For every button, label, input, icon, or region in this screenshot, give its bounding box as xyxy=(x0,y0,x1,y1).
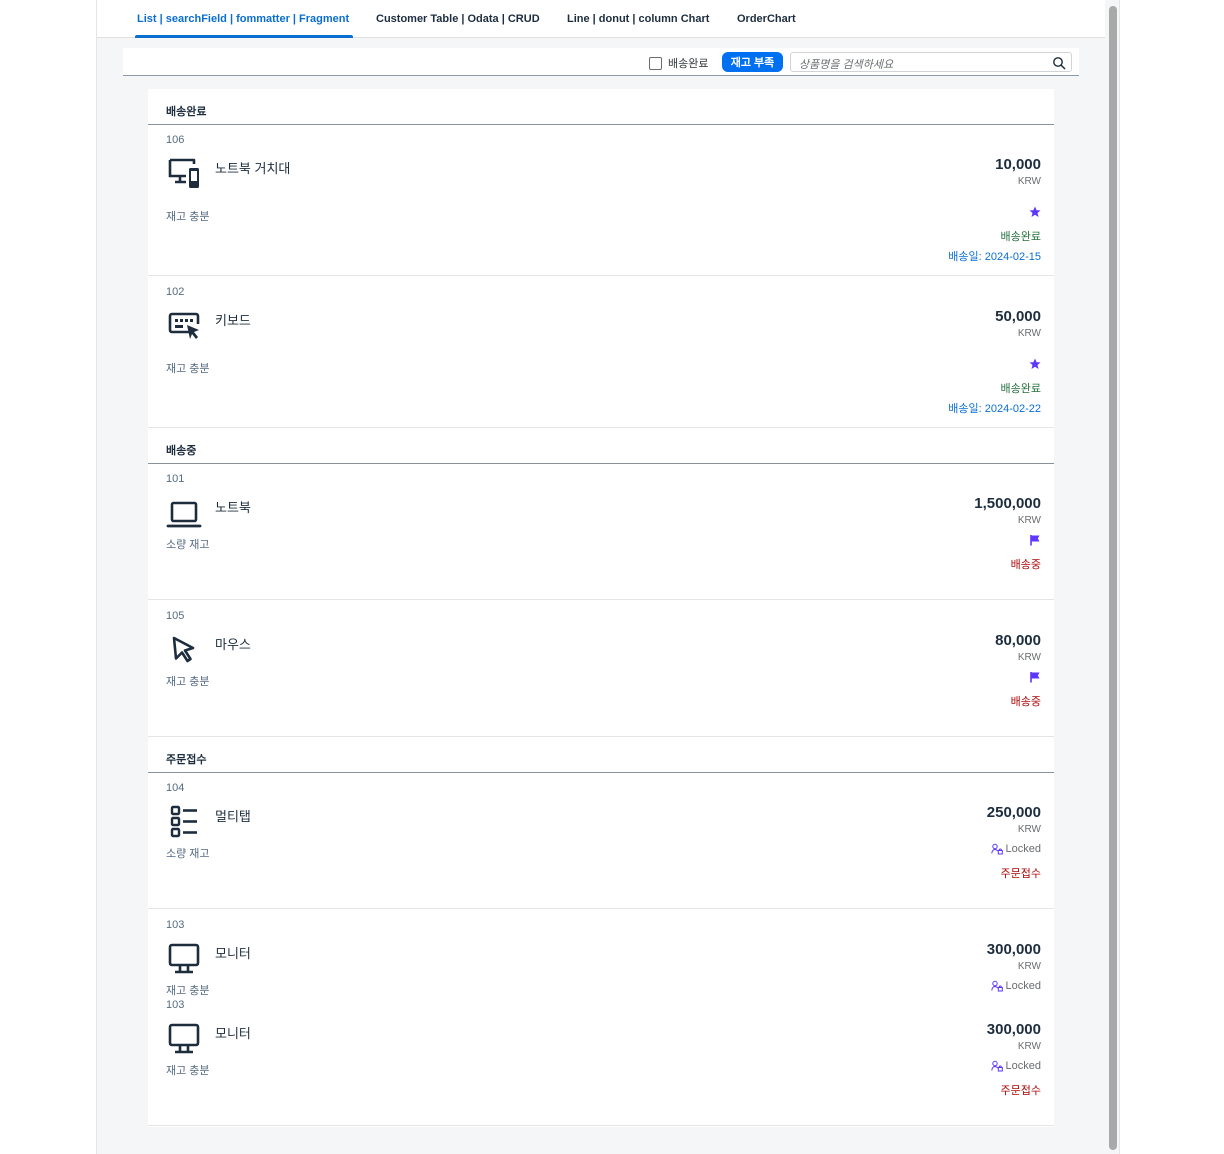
stock-attribute: 재고 충분 xyxy=(166,676,210,688)
flag-icon xyxy=(1030,535,1040,546)
stock-attribute: 소량 재고 xyxy=(166,539,210,551)
stock-attribute: 재고 충분 xyxy=(166,1065,210,1077)
order-status: 주문접수 xyxy=(1000,868,1041,880)
favorite-star-icon xyxy=(1029,358,1041,369)
group-title: 주문접수 xyxy=(166,754,207,766)
item-id: 105 xyxy=(166,610,185,622)
item-title: 멀티탭 xyxy=(215,809,251,824)
item-title: 키보드 xyxy=(215,313,251,328)
item-price: 1,500,000 xyxy=(974,495,1041,512)
item-id: 103 xyxy=(166,919,185,931)
low-stock-button[interactable]: 재고 부족 xyxy=(722,52,783,72)
order-status: 배송완료 xyxy=(1000,383,1041,395)
search-input[interactable]: 상품명을 검색하세요 xyxy=(799,56,893,72)
locked-label: Locked xyxy=(1005,1060,1041,1072)
tab-list[interactable]: List | searchField | fommatter | Fragmen… xyxy=(137,13,349,25)
group-header-delivered: 배송완료 xyxy=(148,89,1054,125)
favorite-star-icon xyxy=(1029,206,1041,217)
app-frame: List | searchField | fommatter | Fragmen… xyxy=(96,0,1120,1154)
tab-customer-table[interactable]: Customer Table | Odata | CRUD xyxy=(376,13,540,25)
list-item[interactable]: 103 모니터 재고 충분 300,000 KRW Locked xyxy=(148,909,1054,997)
item-title: 마우스 xyxy=(215,637,251,652)
stock-attribute: 재고 충분 xyxy=(166,211,210,223)
item-title: 노트북 거치대 xyxy=(215,161,291,176)
item-price: 10,000 xyxy=(995,156,1041,173)
list-item[interactable]: 103 모니터 재고 충분 300,000 KRW Locked 주문접수 xyxy=(148,989,1054,1126)
item-currency: KRW xyxy=(1017,176,1041,187)
search-field[interactable]: 상품명을 검색하세요 xyxy=(790,52,1072,72)
delivered-checkbox-label: 배송완료 xyxy=(668,58,709,70)
item-title: 모니터 xyxy=(215,946,251,961)
group-header-shipping: 배송중 xyxy=(148,428,1054,464)
item-price: 80,000 xyxy=(995,632,1041,649)
list-icon xyxy=(170,805,197,838)
group-title: 배송완료 xyxy=(166,106,207,118)
item-currency: KRW xyxy=(1017,652,1041,663)
keyboard-icon xyxy=(168,312,200,339)
item-id: 104 xyxy=(166,782,185,794)
item-currency: KRW xyxy=(1017,824,1041,835)
delivery-date: 배송일: 2024-02-15 xyxy=(948,251,1041,263)
order-status: 배송중 xyxy=(1010,696,1041,708)
cursor-icon xyxy=(172,636,195,663)
list-toolbar: 배송완료 재고 부족 상품명을 검색하세요 xyxy=(123,48,1079,76)
monitor-icon xyxy=(168,943,200,974)
tab-charts[interactable]: Line | donut | column Chart xyxy=(567,13,709,25)
locked-icon xyxy=(990,843,1003,855)
item-price: 250,000 xyxy=(986,804,1041,821)
item-title: 노트북 xyxy=(215,500,251,515)
locked-label: Locked xyxy=(1005,843,1041,855)
item-id: 106 xyxy=(166,134,185,146)
list-item[interactable]: 104 멀티탭 소량 재고 250,000 KRW Locked 주문접수 xyxy=(148,772,1054,909)
group-header-received: 주문접수 xyxy=(148,737,1054,773)
item-id: 102 xyxy=(166,286,185,298)
flag-icon xyxy=(1030,672,1040,683)
list-item[interactable]: 106 노트북 거치대 재고 충분 10,000 KRW 배송완료 배송일: 2… xyxy=(148,124,1054,276)
list-item[interactable]: 102 키보드 재고 충분 50,000 KRW 배송완료 배송일: 2024-… xyxy=(148,276,1054,428)
monitor-icon xyxy=(168,1023,200,1054)
delivered-filter[interactable]: 배송완료 xyxy=(649,55,708,71)
item-currency: KRW xyxy=(1017,328,1041,339)
tab-order-chart[interactable]: OrderChart xyxy=(737,13,796,25)
item-price: 300,000 xyxy=(986,1021,1041,1038)
item-currency: KRW xyxy=(1017,515,1041,526)
item-price: 50,000 xyxy=(995,308,1041,325)
item-title: 모니터 xyxy=(215,1026,251,1041)
list-item[interactable]: 105 마우스 재고 충분 80,000 KRW 배송중 xyxy=(148,600,1054,737)
item-price: 300,000 xyxy=(986,941,1041,958)
locked-icon xyxy=(990,1060,1003,1072)
vertical-scrollbar[interactable] xyxy=(1109,6,1117,1150)
stock-attribute: 재고 충분 xyxy=(166,363,210,375)
order-status: 주문접수 xyxy=(1000,1085,1041,1097)
delivered-checkbox[interactable] xyxy=(649,56,662,70)
devices-icon xyxy=(168,158,199,188)
locked-status: Locked xyxy=(990,1060,1041,1072)
active-tab-indicator xyxy=(135,35,353,38)
delivery-date: 배송일: 2024-02-22 xyxy=(948,403,1041,415)
item-currency: KRW xyxy=(1017,1041,1041,1052)
item-id: 103 xyxy=(166,999,185,1011)
search-icon[interactable] xyxy=(1052,56,1066,70)
product-list: 배송완료 106 노트북 거치대 재고 충분 10,000 KRW 배송완료 배… xyxy=(148,89,1054,1127)
item-id: 101 xyxy=(166,473,185,485)
order-status: 배송완료 xyxy=(1000,231,1041,243)
laptop-icon xyxy=(166,501,202,528)
item-currency: KRW xyxy=(1017,961,1041,972)
tab-bar: List | searchField | fommatter | Fragmen… xyxy=(97,0,1105,38)
list-item[interactable]: 101 노트북 소량 재고 1,500,000 KRW 배송중 xyxy=(148,463,1054,600)
stock-attribute: 소량 재고 xyxy=(166,848,210,860)
order-status: 배송중 xyxy=(1010,559,1041,571)
locked-status: Locked xyxy=(990,843,1041,855)
group-title: 배송중 xyxy=(166,445,197,457)
